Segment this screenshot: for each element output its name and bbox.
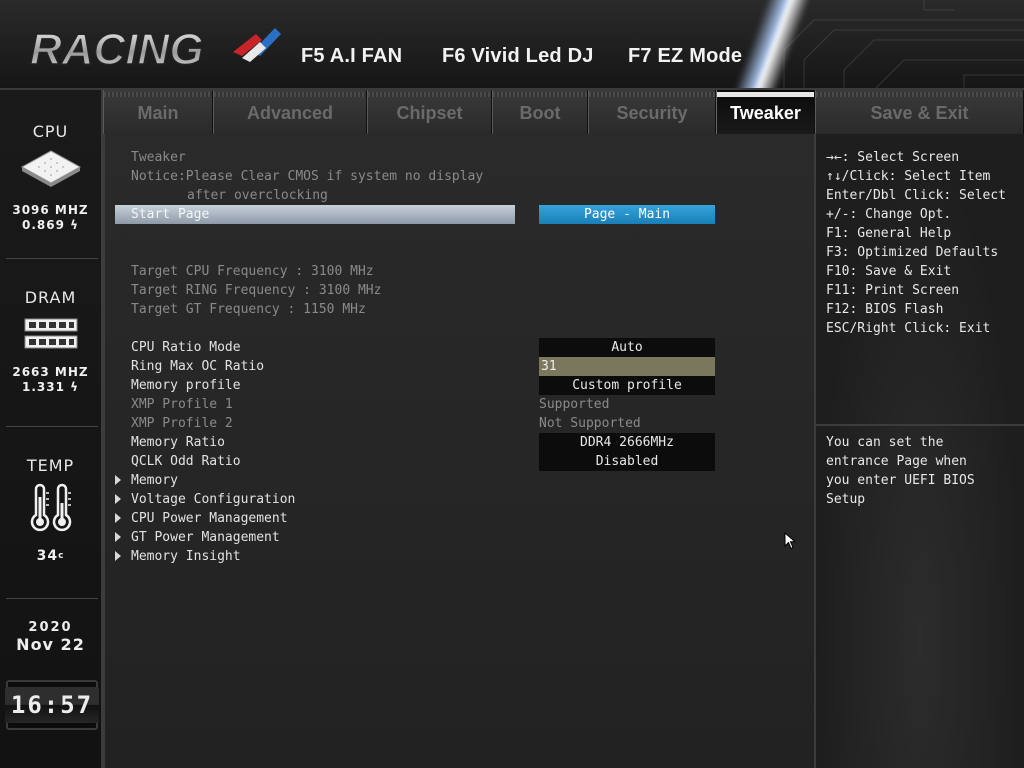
memory-profile-select[interactable]: Custom profile (539, 376, 715, 395)
date-year: 2020 (28, 620, 73, 635)
tab-security[interactable]: Security (588, 90, 716, 134)
temperature-value: 34c (36, 548, 65, 564)
notice-text: Notice:Please Clear CMOS if system no di… (131, 169, 484, 184)
temp-status: TEMP 34c (0, 456, 101, 564)
sidebar-divider (6, 598, 98, 599)
submenu-memory[interactable]: Memory (115, 471, 178, 490)
memory-ratio-select[interactable]: DDR4 2666MHz (539, 433, 715, 452)
tab-main[interactable]: Main (103, 90, 213, 134)
xmp-profile-1-value: Supported (539, 397, 610, 412)
date-month-day: Nov 22 (16, 635, 85, 654)
help-key-line: →←: Select Screen (826, 150, 960, 165)
xmp-profile-2-value: Not Supported (539, 416, 641, 431)
mouse-cursor-icon (784, 532, 796, 550)
help-panel: →←: Select Screen ↑↓/Click: Select Item … (814, 134, 1024, 768)
submenu-gt-power-management[interactable]: GT Power Management (115, 528, 280, 547)
cpu-title: CPU (32, 122, 69, 141)
tab-tweaker[interactable]: Tweaker (716, 90, 815, 134)
help-description: entrance Page when (826, 454, 967, 469)
clock-display: 16:57 (4, 680, 100, 730)
help-description: You can set the (826, 435, 944, 450)
xmp-profile-2-label: XMP Profile 2 (131, 416, 233, 431)
tab-bar: Main Advanced Chipset Boot Security Twea… (103, 90, 1024, 134)
help-divider (816, 424, 1024, 426)
start-page-select[interactable]: Page - Main (539, 205, 715, 224)
target-ring-frequency: Target RING Frequency : 3100 MHz (131, 283, 382, 298)
tab-save-exit[interactable]: Save & Exit (815, 90, 1024, 134)
help-key-line: F3: Optimized Defaults (826, 245, 999, 260)
dram-module-icon (24, 318, 77, 349)
triangle-right-icon (115, 494, 121, 504)
help-key-line: F12: BIOS Flash (826, 302, 944, 317)
help-key-line: +/-: Change Opt. (826, 207, 952, 222)
temp-title: TEMP (26, 456, 75, 475)
qclk-odd-ratio-select[interactable]: Disabled (539, 452, 715, 471)
tab-advanced[interactable]: Advanced (213, 90, 367, 134)
date-display: 2020 Nov 22 (0, 620, 101, 654)
triangle-right-icon (115, 532, 121, 542)
dram-title: DRAM (24, 288, 77, 307)
triangle-right-icon (115, 551, 121, 561)
target-gt-frequency: Target GT Frequency : 1150 MHz (131, 302, 366, 317)
memory-ratio-label: Memory Ratio (131, 435, 225, 450)
ai-fan-button[interactable]: F5 A.I FAN (301, 45, 402, 68)
ring-max-oc-ratio-input[interactable] (539, 357, 715, 376)
triangle-right-icon (115, 513, 121, 523)
xmp-profile-1-label: XMP Profile 1 (131, 397, 233, 412)
cpu-chip-icon (20, 150, 81, 187)
submenu-cpu-power-management[interactable]: CPU Power Management (115, 509, 288, 528)
clock-time: 16:57 (4, 687, 100, 723)
dram-frequency: 2663 MHZ (12, 365, 89, 379)
help-key-line: F10: Save & Exit (826, 264, 952, 279)
tab-chipset[interactable]: Chipset (367, 90, 492, 134)
thermometer-icon (30, 483, 71, 532)
sidebar-divider (6, 258, 98, 259)
start-page-row[interactable]: Start Page (115, 205, 515, 224)
status-sidebar: CPU 3096 MHZ 0.869 ϟ DRAM 2663 MHZ 1.331… (0, 90, 103, 768)
top-banner: RACING F5 A.I FAN F6 Vivid Led DJ F7 EZ … (0, 0, 1024, 90)
bolt-icon: ϟ (64, 380, 80, 394)
help-description: you enter UEFI BIOS (826, 473, 975, 488)
help-key-line: ↑↓/Click: Select Item (826, 169, 991, 184)
dram-status: DRAM 2663 MHZ 1.331 ϟ (0, 288, 101, 395)
cpu-status: CPU 3096 MHZ 0.869 ϟ (0, 122, 101, 233)
help-key-line: F11: Print Screen (826, 283, 960, 298)
ez-mode-button[interactable]: F7 EZ Mode (628, 45, 742, 68)
help-key-line: Enter/Dbl Click: Select (826, 188, 1007, 203)
submenu-memory-insight[interactable]: Memory Insight (115, 547, 241, 566)
racing-logo: RACING (29, 24, 281, 72)
triangle-right-icon (115, 475, 121, 485)
celsius-icon: c (58, 551, 65, 561)
start-page-label: Start Page (131, 207, 210, 222)
help-description: Setup (826, 492, 866, 507)
dram-voltage: 1.331 ϟ (21, 380, 80, 394)
settings-panel: Tweaker Notice:Please Clear CMOS if syst… (103, 134, 814, 768)
cpu-voltage: 0.869 ϟ (21, 218, 80, 232)
svg-text:RACING: RACING (30, 25, 204, 72)
submenu-voltage-configuration[interactable]: Voltage Configuration (115, 490, 295, 509)
target-cpu-frequency: Target CPU Frequency : 3100 MHz (131, 264, 374, 279)
ring-max-oc-ratio-label: Ring Max OC Ratio (131, 359, 265, 374)
help-key-line: F1: General Help (826, 226, 952, 241)
cpu-ratio-mode-label: CPU Ratio Mode (131, 340, 241, 355)
cpu-frequency: 3096 MHZ (12, 203, 89, 217)
section-title: Tweaker (131, 150, 186, 165)
memory-profile-label: Memory profile (131, 378, 241, 393)
sidebar-divider (6, 426, 98, 427)
bolt-icon: ϟ (64, 218, 80, 232)
help-key-line: ESC/Right Click: Exit (826, 321, 991, 336)
vivid-led-dj-button[interactable]: F6 Vivid Led DJ (442, 45, 594, 68)
tab-boot[interactable]: Boot (492, 90, 588, 134)
qclk-odd-ratio-label: QCLK Odd Ratio (131, 454, 241, 469)
notice-text-continued: after overclocking (187, 188, 328, 203)
cpu-ratio-mode-select[interactable]: Auto (539, 338, 715, 357)
